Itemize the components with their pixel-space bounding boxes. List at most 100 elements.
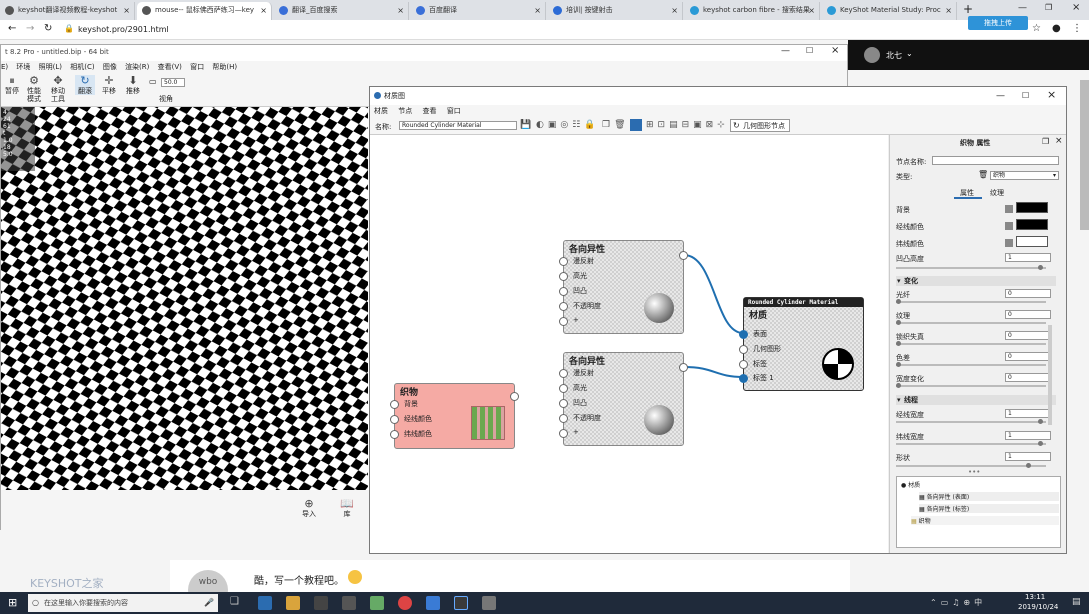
save-icon[interactable]: 💾 — [520, 120, 531, 130]
node-name-input[interactable] — [932, 156, 1059, 165]
microphone-icon[interactable]: 🎤 — [204, 594, 214, 612]
fov-input[interactable]: 50.0 — [161, 78, 185, 87]
menu-view[interactable]: 查看(V) — [158, 63, 182, 71]
port-specular[interactable] — [559, 384, 568, 393]
output-port[interactable] — [510, 392, 519, 401]
port-label-1[interactable] — [739, 374, 748, 383]
menu-window[interactable]: 窗口 — [447, 107, 461, 115]
tree-item[interactable]: ▦ 各向异性 (表面) — [919, 492, 1059, 501]
graph-tools-icons[interactable]: ◐▣◎☷🔒 — [536, 120, 599, 130]
tab-2[interactable]: mouse-- 鼠标佛西萨练习—key × — [137, 2, 272, 20]
delete-icons[interactable]: ❐🗑 — [602, 120, 630, 130]
close-icon[interactable]: × — [671, 2, 678, 19]
restore-icon[interactable]: ❐ — [1042, 137, 1049, 146]
menu-node[interactable]: 节点 — [398, 107, 412, 115]
output-port[interactable] — [679, 363, 688, 372]
slider-knob[interactable] — [896, 320, 901, 325]
app-icon[interactable] — [426, 596, 440, 610]
anisotropic-node-1[interactable]: 各向异性 漫反射 高光 凹凸 不透明度 + — [559, 240, 688, 334]
variation-input[interactable]: 0 — [1005, 331, 1051, 340]
close-window-icon[interactable]: × — [1072, 2, 1080, 13]
close-icon[interactable]: × — [123, 2, 130, 19]
warp-color-swatch[interactable] — [1016, 219, 1048, 230]
variation-slider[interactable] — [896, 341, 1046, 346]
port-add[interactable] — [559, 317, 568, 326]
port-warp-color[interactable] — [390, 415, 399, 424]
slider-knob[interactable] — [1038, 265, 1043, 270]
file-explorer-icon[interactable] — [286, 596, 300, 610]
minimize-icon[interactable]: — — [1018, 3, 1027, 13]
background-color-swatch[interactable] — [1016, 202, 1048, 213]
taskbar-search[interactable]: ○ 在这里输入你要搜索的内容 🎤 — [28, 594, 218, 612]
variation-input[interactable]: 0 — [1005, 352, 1051, 361]
port-weft-color[interactable] — [390, 430, 399, 439]
tab-5[interactable]: 培训| 按键射击 × — [548, 2, 683, 20]
user-name[interactable]: 北七 — [886, 50, 902, 61]
tree-item[interactable]: ▦ 织物 — [911, 516, 1059, 525]
variation-slider[interactable] — [896, 299, 1046, 304]
variation-slider[interactable] — [896, 320, 1046, 325]
tab-4[interactable]: 百度翻译 × — [411, 2, 546, 20]
close-icon[interactable]: × — [397, 2, 404, 19]
tumble-button[interactable]: ↻ 翻滚 — [75, 75, 95, 95]
output-port[interactable] — [679, 251, 688, 260]
maximize-icon[interactable]: ☐ — [806, 46, 813, 55]
slider-knob[interactable] — [896, 341, 901, 346]
tree-item[interactable]: ● 材质 — [901, 480, 920, 489]
trash-icon[interactable]: 🗑 — [978, 170, 988, 179]
texture-slot-icon[interactable] — [1005, 222, 1013, 230]
menu-material[interactable]: 材质 — [374, 107, 388, 115]
thread-slider[interactable] — [896, 441, 1046, 446]
port-label[interactable] — [739, 360, 748, 369]
variation-slider[interactable] — [896, 362, 1046, 367]
thread-slider[interactable] — [896, 463, 1046, 468]
clock-time[interactable]: 13:11 — [1025, 593, 1045, 601]
move-tool-button[interactable]: ✥ 移动 工具 — [49, 75, 67, 104]
slider-knob[interactable] — [1038, 441, 1043, 446]
maximize-icon[interactable]: ❐ — [1045, 3, 1052, 12]
port-opacity[interactable] — [559, 302, 568, 311]
app-icon[interactable] — [482, 596, 496, 610]
menu-render[interactable]: 渲染(R) — [125, 63, 149, 71]
variation-input[interactable]: 0 — [1005, 373, 1051, 382]
task-view-icon[interactable]: ❑ — [230, 596, 239, 607]
maximize-icon[interactable]: ☐ — [1022, 87, 1029, 105]
import-button[interactable]: ⊕ 导入 — [299, 498, 319, 519]
panel-scrollbar[interactable] — [1048, 325, 1052, 425]
slider-knob[interactable] — [896, 383, 901, 388]
port-geometry[interactable] — [739, 345, 748, 354]
pause-button[interactable]: ⏸ 暂停 — [3, 75, 21, 96]
port-opacity[interactable] — [559, 414, 568, 423]
close-icon[interactable]: × — [260, 2, 267, 19]
port-bump[interactable] — [559, 399, 568, 408]
node-canvas[interactable]: 各向异性 漫反射 高光 凹凸 不透明度 + 各向异性 漫反射 高光 凹凸 不透明… — [370, 135, 888, 553]
slider-knob[interactable] — [896, 299, 901, 304]
geometry-node-button[interactable]: ↻ 几何图形节点 — [730, 119, 790, 132]
menu-environment[interactable]: 环境 — [16, 63, 30, 71]
thread-input[interactable]: 1 — [1005, 431, 1051, 440]
material-node[interactable]: Rounded Cylinder Material 材质 表面 几何图形 标签 … — [739, 297, 864, 391]
menu-window[interactable]: 窗口 — [190, 63, 204, 71]
variation-slider[interactable] — [896, 383, 1046, 388]
notification-icon[interactable]: ▤ — [1072, 597, 1081, 607]
type-select[interactable]: 织物 ▾ — [990, 171, 1059, 180]
port-diffuse[interactable] — [559, 257, 568, 266]
menu-icon[interactable]: ⋮ — [1072, 23, 1082, 34]
pan-button[interactable]: ✛ 平移 — [99, 75, 119, 96]
forward-icon[interactable]: → — [26, 23, 34, 34]
texture-slot-icon[interactable] — [1005, 205, 1013, 213]
url-field[interactable]: keyshot.pro/2901.html — [78, 23, 958, 37]
variation-section-header[interactable]: ▾ 变化 — [896, 276, 1056, 286]
chevron-down-icon[interactable]: ⌄ — [906, 49, 913, 58]
menu-edit[interactable]: E) — [1, 63, 8, 71]
performance-mode-button[interactable]: ⚙ 性能 模式 — [25, 75, 43, 104]
mail-icon[interactable] — [342, 596, 356, 610]
menu-help[interactable]: 帮助(H) — [212, 63, 237, 71]
menu-view[interactable]: 查看 — [422, 107, 436, 115]
thread-slider[interactable] — [896, 419, 1046, 424]
slider-knob[interactable] — [1038, 419, 1043, 424]
more-icon[interactable]: ••• — [968, 468, 980, 476]
close-icon[interactable]: × — [1055, 136, 1063, 146]
close-icon[interactable]: × — [808, 2, 815, 19]
thread-section-header[interactable]: ▾ 线程 — [896, 395, 1056, 405]
